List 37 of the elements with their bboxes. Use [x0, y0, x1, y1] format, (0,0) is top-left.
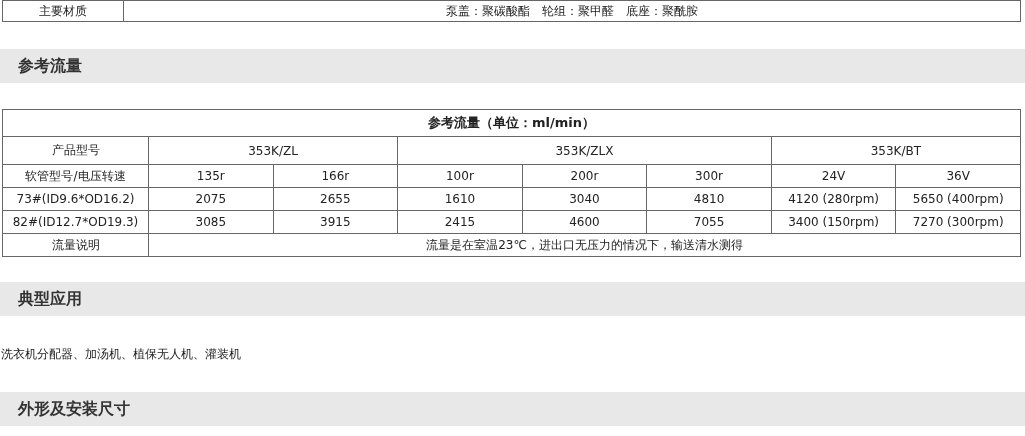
table-cell: 3040 — [522, 187, 647, 211]
table-cell: 135r — [148, 164, 274, 188]
table-cell: 3400 (150rpm) — [771, 210, 896, 234]
table-caption: 参考流量（单位：ml/min） — [2, 109, 1021, 137]
section-heading: 典型应用 — [0, 282, 1025, 316]
table-cell: 7055 — [646, 210, 772, 234]
table-cell: 7270 (300rpm) — [895, 210, 1021, 234]
table-cell: 4600 — [522, 210, 647, 234]
table-cell: 流量说明 — [2, 233, 149, 257]
table-cell: 300r — [646, 164, 772, 188]
table-cell: 4810 — [646, 187, 772, 211]
table-cell: 软管型号/电压转速 — [2, 164, 149, 188]
table-cell: 3085 — [148, 210, 274, 234]
section-heading: 外形及安装尺寸 — [0, 392, 1025, 426]
table-cell: 82#(ID12.7*OD19.3) — [2, 210, 149, 234]
table-cell: 24V — [771, 164, 896, 188]
table-cell: 主要材质 — [2, 0, 124, 22]
table-cell: 166r — [273, 164, 398, 188]
table-cell: 100r — [397, 164, 523, 188]
table-cell: 1610 — [397, 187, 523, 211]
table-cell: 2075 — [148, 187, 274, 211]
table-cell: 流量是在室温23℃，进出口无压力的情况下，输送清水测得 — [148, 233, 1021, 257]
application-text: 洗衣机分配器、加汤机、植保无人机、灌装机 — [1, 347, 242, 361]
table-cell: 2655 — [273, 187, 398, 211]
table-cell: 3915 — [273, 210, 398, 234]
table-cell: 5650 (400rpm) — [895, 187, 1021, 211]
table-cell: 4120 (280rpm) — [771, 187, 896, 211]
table-cell: 产品型号 — [2, 136, 149, 165]
table-cell: 泵盖：聚碳酸酯 轮组：聚甲醛 底座：聚酰胺 — [123, 0, 1021, 22]
table-cell: 2415 — [397, 210, 523, 234]
table-cell: 353K/ZL — [148, 136, 398, 165]
section-heading: 参考流量 — [0, 49, 1025, 83]
table-cell: 200r — [522, 164, 647, 188]
table-cell: 36V — [895, 164, 1021, 188]
table-cell: 353K/ZLX — [397, 136, 772, 165]
table-cell: 73#(ID9.6*OD16.2) — [2, 187, 149, 211]
table-cell: 353K/BT — [771, 136, 1021, 165]
